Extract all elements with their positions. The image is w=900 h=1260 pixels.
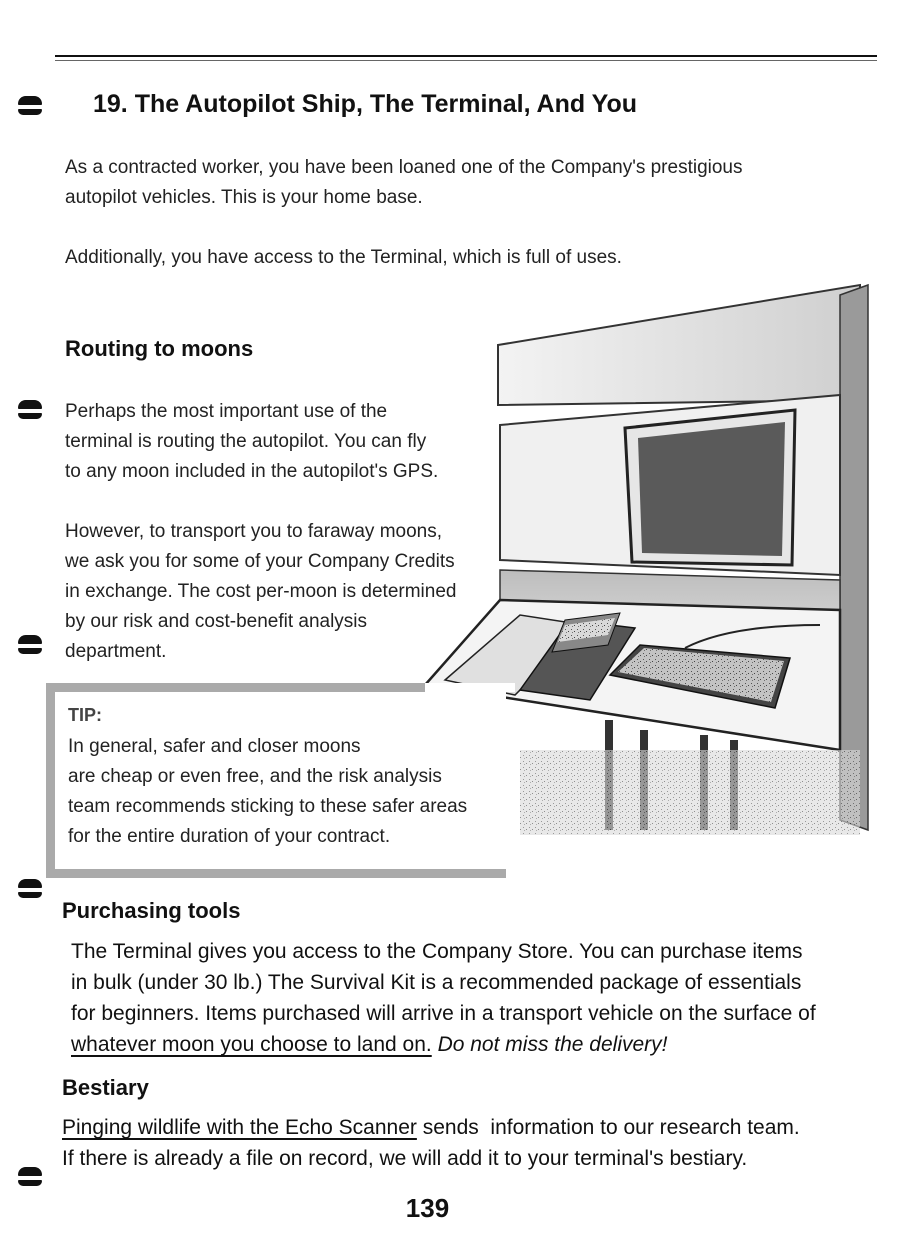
- tip-line: team recommends sticking to these safer …: [68, 796, 468, 817]
- purchasing-body: The Terminal gives you access to the Com…: [71, 936, 816, 1060]
- intro-line: autopilot vehicles. This is your home ba…: [65, 187, 423, 208]
- header-rule-bottom: [55, 60, 877, 61]
- intro-line: Additionally, you have access to the Ter…: [65, 247, 622, 268]
- binder-hole-icon: [18, 879, 42, 901]
- page-title: 19. The Autopilot Ship, The Terminal, An…: [93, 90, 637, 118]
- header-rule-top: [55, 55, 877, 57]
- purchasing-underlined-text: whatever moon you choose to land on.: [71, 1033, 432, 1056]
- routing-line: we ask you for some of your Company Cred…: [65, 551, 455, 572]
- binder-hole-icon: [18, 96, 42, 118]
- section-heading-routing: Routing to moons: [65, 336, 254, 361]
- routing-line: However, to transport you to faraway moo…: [65, 521, 443, 542]
- purchasing-line-last: whatever moon you choose to land on. Do …: [71, 1029, 816, 1060]
- bestiary-rest-text: sends information to our research team.: [416, 1116, 800, 1139]
- routing-line: department.: [65, 641, 167, 662]
- tip-line: for the entire duration of your contract…: [68, 826, 391, 847]
- routing-line: Perhaps the most important use of the: [65, 401, 388, 422]
- bestiary-line: Pinging wildlife with the Echo Scanner s…: [62, 1112, 800, 1143]
- tip-label: TIP:: [68, 705, 102, 725]
- routing-line: to any moon included in the autopilot's …: [65, 461, 439, 482]
- purchasing-line: for beginners. Items purchased will arri…: [71, 1002, 816, 1025]
- binder-hole-icon: [18, 1167, 42, 1189]
- tip-line: In general, safer and closer moons: [68, 736, 361, 757]
- section-heading-purchasing: Purchasing tools: [62, 898, 241, 923]
- binder-hole-icon: [18, 635, 42, 657]
- page-number: 139: [405, 1193, 450, 1223]
- purchasing-line: The Terminal gives you access to the Com…: [71, 940, 803, 963]
- intro-line: As a contracted worker, you have been lo…: [65, 157, 743, 178]
- section-heading-bestiary: Bestiary: [62, 1075, 149, 1100]
- binder-hole-icon: [18, 400, 42, 422]
- purchasing-line: in bulk (under 30 lb.) The Survival Kit …: [71, 971, 802, 994]
- bestiary-underlined-text: Pinging wildlife with the Echo Scanner: [62, 1116, 417, 1139]
- tip-line: are cheap or even free, and the risk ana…: [68, 766, 442, 787]
- purchasing-italic-note: Do not miss the delivery!: [437, 1033, 668, 1056]
- routing-line: terminal is routing the autopilot. You c…: [65, 431, 427, 452]
- routing-line: in exchange. The cost per-moon is determ…: [65, 581, 457, 602]
- bestiary-line: If there is already a file on record, we…: [62, 1147, 748, 1170]
- routing-line: by our risk and cost-benefit analysis: [65, 611, 368, 632]
- tip-text: In general, safer and closer moons are c…: [68, 732, 467, 852]
- bestiary-body: Pinging wildlife with the Echo Scanner s…: [62, 1112, 800, 1174]
